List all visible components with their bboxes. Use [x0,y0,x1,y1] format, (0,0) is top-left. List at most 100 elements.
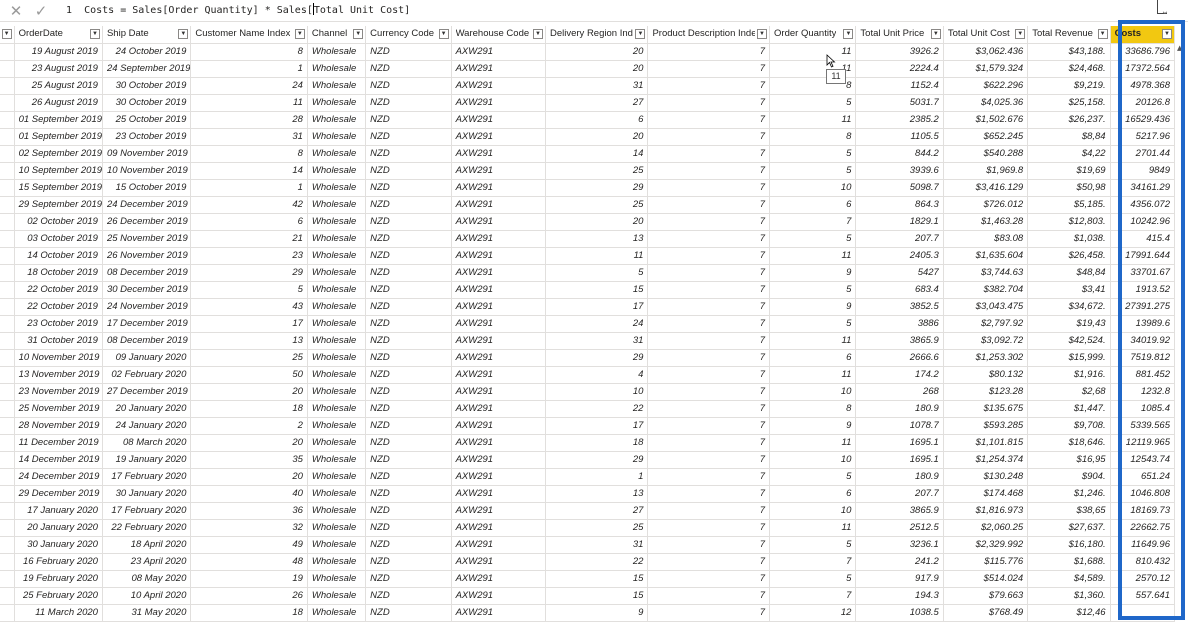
table-cell[interactable]: $1,253.302 [943,349,1029,367]
table-cell[interactable]: 25 November 2019 [102,230,192,248]
table-cell[interactable]: 7 [647,400,771,418]
table-cell[interactable]: 4978.368 [1110,77,1175,95]
table-cell[interactable]: $904. [1027,468,1111,486]
table-cell[interactable]: $9,219. [1027,77,1111,95]
table-cell[interactable]: Wholesale [307,332,367,350]
table-cell[interactable]: AXW291 [451,230,547,248]
table-cell[interactable]: 7 [647,332,771,350]
row-selector[interactable] [0,145,15,163]
table-cell[interactable]: 268 [855,383,944,401]
table-cell[interactable]: 28 [190,111,308,129]
table-cell[interactable]: 48 [190,553,308,571]
filter-dropdown-icon[interactable]: ▼ [294,29,305,39]
row-selector[interactable] [0,519,15,537]
table-cell[interactable]: AXW291 [451,60,547,78]
table-cell[interactable]: 17 January 2020 [14,502,103,520]
column-header-customer-name-index[interactable]: Customer Name Index ▼ [190,26,308,44]
table-cell[interactable]: Wholesale [307,213,367,231]
table-cell[interactable]: 810.432 [1110,553,1175,571]
table-cell[interactable]: 49 [190,536,308,554]
table-cell[interactable]: 22 October 2019 [14,281,103,299]
table-cell[interactable] [1110,604,1175,622]
table-cell[interactable]: AXW291 [451,332,547,350]
table-cell[interactable]: AXW291 [451,519,547,537]
table-cell[interactable]: NZD [365,179,452,197]
table-cell[interactable]: NZD [365,519,452,537]
table-cell[interactable]: $38,65 [1027,502,1111,520]
table-cell[interactable]: AXW291 [451,400,547,418]
table-cell[interactable]: 1046.808 [1110,485,1175,503]
filter-dropdown-icon[interactable]: ▼ [843,29,854,39]
table-cell[interactable]: NZD [365,315,452,333]
table-cell[interactable]: 7 [647,383,771,401]
table-cell[interactable]: 21 [190,230,308,248]
table-row[interactable]: 15 September 2019 15 October 2019 1 Wholesa… [0,179,1175,197]
row-selector[interactable] [0,128,15,146]
filter-dropdown-icon[interactable]: ▼ [1097,29,1108,39]
table-cell[interactable]: Wholesale [307,315,367,333]
table-cell[interactable]: $12,46 [1027,604,1111,622]
table-row[interactable]: 23 October 2019 17 December 2019 17 Wholesa… [0,315,1175,333]
table-cell[interactable]: 1232.8 [1110,383,1175,401]
table-cell[interactable]: $3,092.72 [943,332,1029,350]
filter-dropdown-icon[interactable]: ▼ [178,29,189,39]
table-cell[interactable]: 7 [647,536,771,554]
table-cell[interactable]: AXW291 [451,77,547,95]
table-cell[interactable]: 23 [190,247,308,265]
table-cell[interactable]: NZD [365,587,452,605]
table-cell[interactable]: 32 [190,519,308,537]
row-selector[interactable] [0,247,15,265]
table-cell[interactable]: Wholesale [307,145,367,163]
table-cell[interactable]: Wholesale [307,604,367,622]
table-cell[interactable]: 10 April 2020 [102,587,192,605]
table-cell[interactable]: 19 [190,570,308,588]
table-cell[interactable]: $1,360. [1027,587,1111,605]
table-cell[interactable]: 651.24 [1110,468,1175,486]
table-cell[interactable]: 30 January 2020 [14,536,103,554]
table-cell[interactable]: NZD [365,485,452,503]
table-row[interactable]: 14 December 2019 19 January 2020 35 Wholesa… [0,451,1175,469]
table-cell[interactable]: Wholesale [307,281,367,299]
table-cell[interactable]: $34,672. [1027,298,1111,316]
table-cell[interactable]: 17372.564 [1110,60,1175,78]
table-cell[interactable]: 5031.7 [855,94,944,112]
table-cell[interactable]: 19 August 2019 [14,43,103,61]
table-cell[interactable]: 174.2 [855,366,944,384]
table-cell[interactable]: 5 [769,536,857,554]
table-cell[interactable]: AXW291 [451,604,547,622]
row-selector[interactable] [0,485,15,503]
table-cell[interactable]: 1085.4 [1110,400,1175,418]
table-cell[interactable]: NZD [365,94,452,112]
table-cell[interactable]: 7 [647,111,771,129]
table-cell[interactable]: 26 August 2019 [14,94,103,112]
table-cell[interactable]: 26 [190,587,308,605]
table-cell[interactable]: NZD [365,604,452,622]
table-cell[interactable]: 29 December 2019 [14,485,103,503]
table-cell[interactable]: 23 October 2019 [14,315,103,333]
row-selector[interactable] [0,366,15,384]
row-selector[interactable] [0,553,15,571]
table-cell[interactable]: 29 [545,451,649,469]
table-cell[interactable]: 7 [647,570,771,588]
filter-dropdown-icon[interactable]: ▼ [353,29,364,39]
table-cell[interactable]: 13 [545,485,649,503]
table-cell[interactable]: $26,237. [1027,111,1111,129]
table-cell[interactable]: $1,038. [1027,230,1111,248]
table-cell[interactable]: 14 October 2019 [14,247,103,265]
table-cell[interactable]: Wholesale [307,77,367,95]
table-cell[interactable]: $3,744.63 [943,264,1029,282]
filter-dropdown-icon[interactable]: ▼ [89,29,100,39]
row-selector[interactable] [0,570,15,588]
table-cell[interactable]: NZD [365,162,452,180]
table-cell[interactable]: 5 [769,315,857,333]
row-selector[interactable] [0,587,15,605]
formula-input[interactable]: 1 Costs = Sales[Order Quantity] * Sales[… [66,3,410,16]
table-cell[interactable]: 19 February 2020 [14,570,103,588]
table-row[interactable]: 11 March 2020 31 May 2020 18 Wholesale NZD AX… [0,604,1175,622]
table-cell[interactable]: $1,254.374 [943,451,1029,469]
table-cell[interactable]: 881.452 [1110,366,1175,384]
table-cell[interactable]: 18169.73 [1110,502,1175,520]
table-cell[interactable]: 11649.96 [1110,536,1175,554]
table-row[interactable]: 31 October 2019 08 December 2019 13 Wholesa… [0,332,1175,350]
table-cell[interactable]: $4,025.36 [943,94,1029,112]
